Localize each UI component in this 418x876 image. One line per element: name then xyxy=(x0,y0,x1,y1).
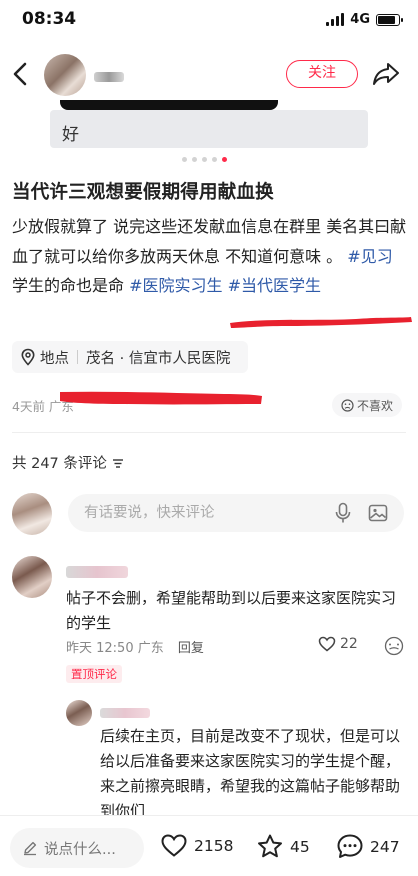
post-body-mid: 学生的命也是命 xyxy=(12,276,125,295)
heart-icon xyxy=(161,834,187,857)
comment-compose-row: 有话要说，快来评论 xyxy=(12,493,406,535)
image-dark-strip xyxy=(60,100,278,110)
comment-like-button[interactable]: 22 xyxy=(318,636,358,652)
location-name: 茂名 · 信宜市人民医院 xyxy=(86,350,231,367)
red-scribble-mark xyxy=(230,317,412,328)
more-icon[interactable] xyxy=(384,636,404,656)
comment-button[interactable]: 247 xyxy=(336,833,400,860)
share-icon[interactable] xyxy=(372,61,400,87)
post-title: 当代许三观想要假期得用献血换 xyxy=(12,182,274,203)
comment-text: 帖子不会删，希望能帮助到以后要来这家医院实习的学生 xyxy=(66,589,397,632)
location-tag[interactable]: 地点 茂名 · 信宜市人民医院 xyxy=(12,341,248,373)
sort-icon xyxy=(112,458,123,468)
dislike-button[interactable]: 不喜欢 xyxy=(332,393,402,417)
hashtag-link[interactable]: #见习 xyxy=(347,247,392,266)
reply-button[interactable]: 回复 xyxy=(178,641,204,656)
comment-time: 昨天 12:50 广东 xyxy=(66,641,164,656)
battery-icon xyxy=(376,13,403,26)
bottom-comment-input[interactable]: 说点什么... xyxy=(10,828,144,868)
location-separator xyxy=(77,350,78,364)
like-count: 2158 xyxy=(194,836,234,855)
network-type: 4G xyxy=(350,12,370,27)
dislike-icon xyxy=(341,398,354,412)
chat-icon xyxy=(337,834,363,858)
carousel-dot xyxy=(192,157,197,162)
image-chat-bubble xyxy=(50,110,368,148)
star-icon xyxy=(258,834,282,858)
comment-input[interactable]: 有话要说，快来评论 xyxy=(68,494,404,532)
carousel-dots xyxy=(182,157,227,162)
bottom-bar: 说点什么... 2158 45 247 xyxy=(0,816,418,876)
post-meta: 4天前 广东 xyxy=(12,399,74,414)
hashtag-link[interactable]: #当代医学生 xyxy=(228,276,321,295)
commenter-avatar[interactable] xyxy=(12,556,52,598)
heart-icon xyxy=(318,636,336,652)
carousel-dot xyxy=(222,157,227,162)
location-label: 地点 xyxy=(40,350,69,367)
image-icon[interactable] xyxy=(368,503,388,523)
post-body: 少放假就算了 说完这些还发献血信息在群里 美名其曰献血了就可以给你多放两天休息 … xyxy=(12,212,408,301)
replier-name-blurred[interactable] xyxy=(100,708,150,718)
status-bar: 08:34 4G xyxy=(0,0,418,40)
comment-meta: 昨天 12:50 广东 回复 xyxy=(66,637,204,656)
pinned-badge: 置顶评论 xyxy=(66,665,122,683)
favorite-count: 45 xyxy=(290,837,310,856)
favorite-button[interactable]: 45 xyxy=(256,833,310,860)
reply-text: 后续在主页，目前是改变不了现状，但是可以给以后准备要来这家医院实习的学生提个醒，… xyxy=(100,727,401,820)
replier-avatar[interactable] xyxy=(66,700,92,726)
dislike-label: 不喜欢 xyxy=(356,398,393,413)
author-name-blurred[interactable] xyxy=(94,72,124,82)
my-avatar xyxy=(12,493,52,535)
carousel-dot xyxy=(182,157,187,162)
red-scribble-mark xyxy=(60,391,262,405)
pencil-icon xyxy=(24,841,37,856)
carousel-dot xyxy=(212,157,217,162)
author-avatar[interactable] xyxy=(44,54,86,96)
signal-icon xyxy=(326,13,345,26)
carousel-dot xyxy=(202,157,207,162)
comment-count-label: 共 247 条评论 xyxy=(12,456,107,472)
status-time: 08:34 xyxy=(22,9,77,29)
comment-total-count: 247 xyxy=(370,837,400,856)
like-button[interactable]: 2158 xyxy=(160,833,233,858)
bottom-input-placeholder: 说点什么... xyxy=(44,841,116,858)
status-icons: 4G xyxy=(326,12,403,27)
location-pin-icon xyxy=(21,348,35,366)
image-text: 好 xyxy=(62,125,79,145)
comment-like-count: 22 xyxy=(340,636,358,652)
post-header: 关注 xyxy=(0,48,418,100)
hashtag-link[interactable]: #医院实习生 xyxy=(129,276,222,295)
commenter-name-blurred[interactable] xyxy=(66,566,128,578)
divider xyxy=(12,432,406,433)
back-icon[interactable] xyxy=(10,60,32,88)
comment-count[interactable]: 共 247 条评论 xyxy=(12,452,125,473)
follow-button[interactable]: 关注 xyxy=(286,60,358,88)
mic-icon[interactable] xyxy=(334,502,352,524)
